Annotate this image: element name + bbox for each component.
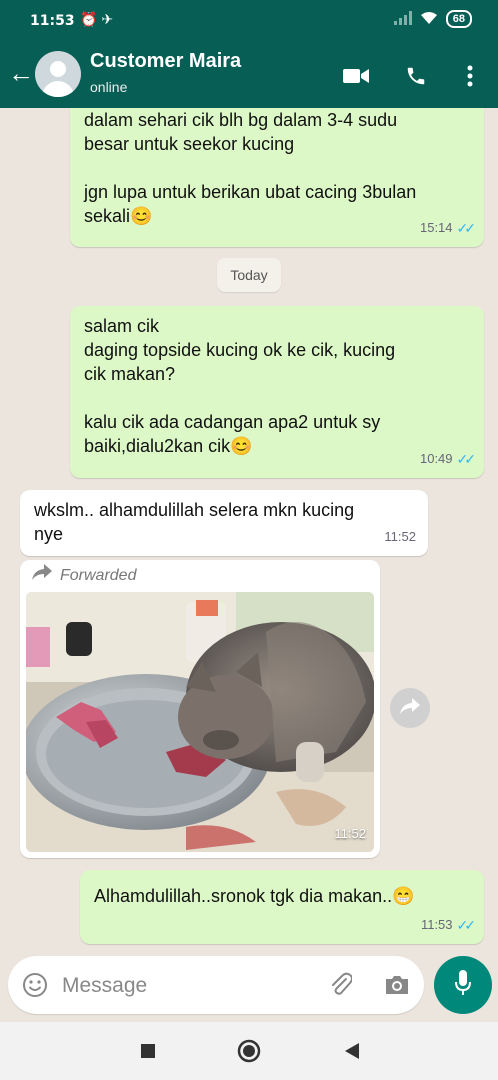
video-call-icon[interactable] bbox=[342, 62, 370, 90]
more-options-icon[interactable] bbox=[456, 62, 484, 90]
message-meta: 15:14 ✓✓ bbox=[419, 216, 477, 240]
message-bubble-outgoing[interactable]: Alhamdulillah..sronok tgk dia makan..😁 1… bbox=[80, 870, 484, 944]
contact-status: online bbox=[90, 79, 128, 95]
emoji-icon[interactable] bbox=[20, 970, 50, 1000]
wifi-icon bbox=[420, 11, 438, 28]
contact-name[interactable]: Customer Maira bbox=[90, 50, 241, 73]
status-bar: 11:53 ⏰ ✈ 68 bbox=[0, 0, 498, 44]
back-button[interactable] bbox=[340, 1039, 364, 1063]
attach-icon[interactable] bbox=[326, 970, 356, 1000]
message-meta: 10:49 ✓✓ bbox=[419, 447, 477, 471]
avatar[interactable] bbox=[35, 51, 81, 97]
share-forward-button[interactable] bbox=[390, 688, 430, 728]
camera-icon[interactable] bbox=[382, 970, 412, 1000]
date-divider: Today bbox=[217, 258, 281, 292]
message-bubble-outgoing[interactable]: salam cik daging topside kucing ok ke ci… bbox=[70, 306, 484, 478]
forward-share-icon bbox=[400, 697, 420, 719]
message-composer bbox=[8, 956, 424, 1014]
message-time: 11:52 bbox=[384, 529, 416, 544]
signal-icon bbox=[393, 10, 412, 28]
message-bubble-outgoing[interactable]: dalam sehari cik blh bg dalam 3-4 sudu b… bbox=[70, 108, 484, 247]
photo-time: 11:52 bbox=[334, 826, 366, 841]
back-arrow-icon[interactable]: ← bbox=[8, 58, 34, 88]
message-text: wkslm.. alhamdulillah selera mkn kucing … bbox=[34, 500, 355, 544]
message-meta: 11:53 ✓✓ bbox=[420, 913, 477, 937]
forwarded-label: Forwarded bbox=[32, 564, 136, 588]
read-ticks-icon: ✓✓ bbox=[456, 917, 477, 933]
message-text: salam cik daging topside kucing ok ke ci… bbox=[84, 316, 396, 456]
message-list[interactable]: dalam sehari cik blh bg dalam 3-4 sudu b… bbox=[0, 108, 498, 956]
recent-apps-button[interactable] bbox=[136, 1039, 160, 1063]
voice-call-icon[interactable] bbox=[402, 62, 430, 90]
status-time: 11:53 bbox=[30, 13, 75, 29]
status-right: 68 bbox=[393, 10, 472, 28]
message-bubble-incoming[interactable]: wkslm.. alhamdulillah selera mkn kucing … bbox=[20, 490, 428, 556]
photo-attachment[interactable]: 11:52 bbox=[26, 592, 374, 852]
home-button[interactable] bbox=[237, 1039, 261, 1063]
read-ticks-icon: ✓✓ bbox=[456, 451, 477, 467]
message-input[interactable] bbox=[60, 966, 314, 1006]
read-ticks-icon: ✓✓ bbox=[456, 220, 477, 236]
message-time: 11:53 bbox=[420, 917, 453, 932]
alarm-icon: ⏰ bbox=[80, 11, 98, 27]
cat-eating-photo bbox=[26, 592, 374, 852]
microphone-icon bbox=[454, 969, 472, 1001]
whatsapp-chat-screen: 11:53 ⏰ ✈ 68 ← Customer Maira online dal… bbox=[0, 0, 498, 1080]
chat-header: ← Customer Maira online bbox=[0, 44, 498, 108]
mic-button[interactable] bbox=[434, 956, 492, 1014]
battery-indicator: 68 bbox=[445, 10, 472, 28]
message-time: 15:14 bbox=[419, 220, 453, 235]
message-text: dalam sehari cik blh bg dalam 3-4 sudu b… bbox=[84, 110, 417, 226]
status-icons: ⏰ ✈ bbox=[80, 11, 113, 28]
message-time: 10:49 bbox=[419, 451, 453, 466]
message-text: Alhamdulillah..sronok tgk dia makan..😁 bbox=[94, 886, 415, 906]
forwarded-text: Forwarded bbox=[60, 567, 137, 584]
system-navigation-bar bbox=[0, 1022, 498, 1080]
message-meta: 11:52 bbox=[384, 525, 416, 549]
message-bubble-incoming-photo[interactable]: Forwarded 11:52 bbox=[20, 560, 380, 858]
forward-arrow-icon bbox=[32, 564, 52, 588]
telegram-icon: ✈ bbox=[101, 11, 114, 27]
